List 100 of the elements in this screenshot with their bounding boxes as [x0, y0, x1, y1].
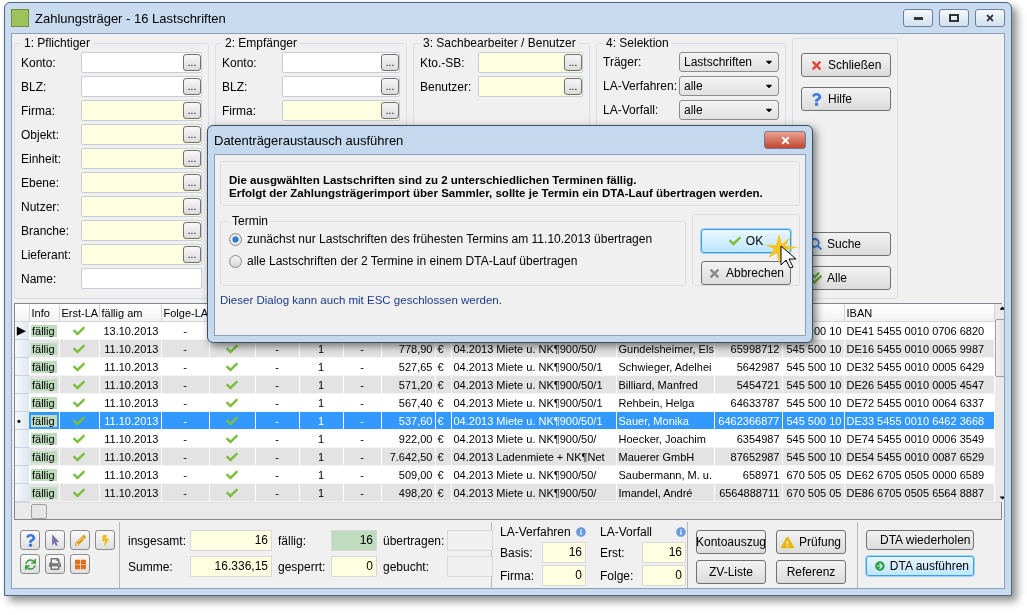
value-field: 0: [642, 565, 686, 586]
table-cell: -: [183, 342, 187, 355]
table-cell: Hoecker, Joachim: [618, 432, 706, 445]
radio-button[interactable]: [229, 254, 242, 268]
group-title: Termin: [231, 214, 269, 228]
toolbar-button[interactable]: [20, 554, 40, 574]
table-cell: Imandel, André: [618, 486, 693, 499]
dta-button[interactable]: DTA wiederholen: [866, 530, 974, 550]
dialog-button[interactable]: Abbrechen: [701, 261, 791, 285]
group-title: 4: Selektion: [605, 36, 670, 50]
table-cell: Sauer, Monika: [618, 414, 689, 427]
table-cell: 545 500 10: [786, 360, 842, 373]
input-field[interactable]: ...: [478, 76, 583, 97]
input-field[interactable]: ...: [282, 52, 400, 73]
table-cell: Gundelsheimer, Els: [618, 342, 714, 355]
info-icon: [576, 527, 586, 537]
lookup-button[interactable]: ...: [381, 78, 399, 95]
table-cell: -: [183, 432, 187, 445]
input-field[interactable]: ...: [81, 220, 202, 241]
report-button[interactable]: Kontoauszug: [696, 530, 766, 554]
dialog-button[interactable]: OK: [701, 229, 791, 253]
radio-option[interactable]: alle Lastschriften der 2 Termine in einem DTA-Lauf übertragen: [229, 254, 677, 268]
input-field[interactable]: ...: [282, 76, 400, 97]
column-header[interactable]: Info: [29, 304, 59, 322]
input-field[interactable]: ...: [478, 52, 583, 73]
toolbar-button[interactable]: [70, 554, 90, 574]
lookup-button[interactable]: ...: [183, 102, 201, 119]
table-cell: €: [437, 468, 444, 481]
input-field[interactable]: ...: [81, 124, 202, 145]
input-field[interactable]: ...: [81, 76, 202, 97]
toolbar-button[interactable]: [70, 530, 90, 550]
lookup-button[interactable]: ...: [564, 78, 582, 95]
table-cell: 6354987: [736, 432, 780, 445]
dialog-title: Datenträgeraustausch ausführen: [214, 132, 405, 148]
dropdown[interactable]: alle: [679, 76, 779, 96]
close-button[interactable]: [975, 9, 1005, 27]
close-icon: [779, 134, 791, 146]
lookup-button[interactable]: ...: [183, 198, 201, 215]
lookup-button[interactable]: ...: [381, 102, 399, 119]
table-cell: 04.2013 Miete u. NK¶900/50/1: [453, 414, 603, 427]
value-field: 16.336,15: [190, 556, 272, 577]
lookup-button[interactable]: ...: [183, 126, 201, 143]
action-button[interactable]: Hilfe: [801, 87, 891, 111]
report-button[interactable]: Referenz: [776, 560, 846, 584]
table-cell: 04.2013 Miete u. NK¶900/50/: [453, 342, 597, 355]
input-field[interactable]: ...: [282, 100, 400, 121]
minimize-button[interactable]: [903, 9, 933, 27]
column-header[interactable]: Erst-LA: [59, 304, 99, 322]
toolbar-button[interactable]: [45, 530, 65, 550]
input-field[interactable]: ...: [81, 52, 202, 73]
toolbar-button[interactable]: [20, 530, 40, 550]
radio-option[interactable]: zunächst nur Lastschriften des frühesten Termins am 11.10.2013 übertragen: [229, 232, 677, 246]
table-cell: 65998712: [730, 342, 780, 355]
dta-button[interactable]: DTA ausführen: [866, 556, 974, 576]
table-cell: 1: [317, 486, 325, 499]
lookup-button[interactable]: ...: [183, 246, 201, 263]
total-label: gebucht:: [383, 559, 431, 574]
dropdown[interactable]: Lastschriften: [679, 52, 779, 72]
table-cell: -: [275, 360, 279, 373]
table-cell: -: [275, 468, 279, 481]
table-cell: -: [275, 432, 279, 445]
input-field[interactable]: ...: [81, 172, 202, 193]
field-label: LA-Vorfall:: [603, 103, 660, 117]
minimize-icon: [913, 16, 923, 20]
table-cell: -: [275, 378, 279, 391]
input-field[interactable]: ...: [81, 244, 202, 265]
lookup-button[interactable]: ...: [564, 54, 582, 71]
toolbar-button[interactable]: [95, 530, 115, 550]
lookup-button[interactable]: ...: [183, 54, 201, 71]
column-header[interactable]: IBAN: [844, 304, 994, 322]
radio-button[interactable]: [229, 232, 242, 246]
table-cell: -: [183, 468, 187, 481]
table-cell: -: [275, 342, 279, 355]
table-cell: 778,90: [398, 342, 433, 355]
input-field[interactable]: [81, 268, 202, 289]
lookup-button[interactable]: ...: [183, 174, 201, 191]
report-button[interactable]: Prüfung: [776, 530, 846, 554]
table-cell: 04.2013 Miete u. NK¶900/50/: [453, 432, 597, 445]
horizontal-scrollbar[interactable]: [15, 502, 1001, 519]
table-cell: €: [437, 378, 444, 391]
action-button[interactable]: Schließen: [801, 53, 891, 77]
column-header[interactable]: fällig am: [99, 304, 161, 322]
lookup-button[interactable]: ...: [381, 54, 399, 71]
field-label: Konto:: [21, 55, 57, 70]
lookup-button[interactable]: ...: [183, 150, 201, 167]
lookup-button[interactable]: ...: [183, 78, 201, 95]
dropdown[interactable]: alle: [679, 100, 779, 120]
lookup-button[interactable]: ...: [183, 222, 201, 239]
toolbar-button[interactable]: [45, 554, 65, 574]
table-cell: DE26 5455 0010 0005 4547: [846, 378, 985, 391]
table-cell: 5454721: [736, 378, 780, 391]
table-cell: 04.2013 Miete u. NK¶900/50/: [453, 486, 597, 499]
input-field[interactable]: ...: [81, 196, 202, 217]
report-button[interactable]: ZV-Liste: [696, 560, 766, 584]
table-cell: Rehbein, Helga: [618, 396, 695, 409]
input-field[interactable]: ...: [81, 148, 202, 169]
column-header[interactable]: Folge-LA: [161, 304, 209, 322]
maximize-button[interactable]: [939, 9, 969, 27]
input-field[interactable]: ...: [81, 100, 202, 121]
scroll-thumb[interactable]: [31, 503, 47, 519]
